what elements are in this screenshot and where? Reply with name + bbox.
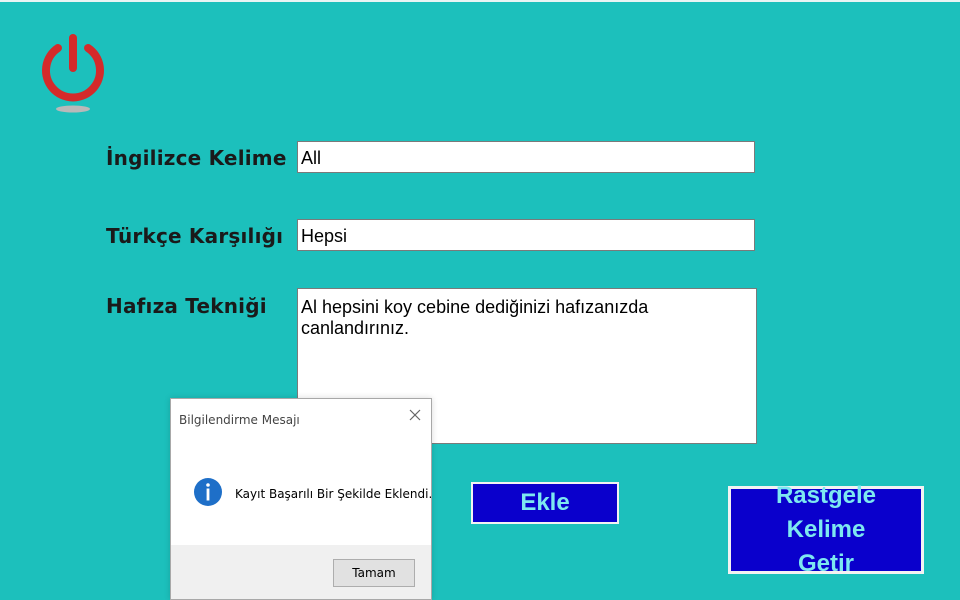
close-icon bbox=[409, 409, 421, 421]
dialog-footer: Tamam bbox=[171, 545, 431, 599]
random-word-button[interactable]: Rastgele Kelime Getir bbox=[728, 482, 924, 577]
top-border bbox=[0, 0, 960, 2]
random-word-label-line1: Rastgele Kelime bbox=[775, 482, 877, 543]
dialog-message: Kayıt Başarılı Bir Şekilde Eklendi. bbox=[235, 487, 432, 501]
dialog-title: Bilgilendirme Mesajı bbox=[179, 413, 300, 427]
random-word-label-line2: Getir bbox=[797, 550, 854, 577]
power-button[interactable] bbox=[38, 34, 108, 114]
english-word-label: İngilizce Kelime bbox=[106, 146, 287, 170]
info-dialog: Bilgilendirme Mesajı Kayıt Başarılı Bir … bbox=[170, 398, 432, 600]
info-icon bbox=[193, 477, 223, 507]
dialog-ok-button[interactable]: Tamam bbox=[333, 559, 415, 587]
memory-technique-label: Hafıza Tekniği bbox=[106, 294, 267, 318]
add-button[interactable]: Ekle bbox=[471, 482, 619, 524]
random-word-button-label: Rastgele Kelime Getir bbox=[737, 479, 915, 581]
english-word-input[interactable]: All bbox=[297, 141, 755, 173]
power-icon bbox=[42, 34, 104, 113]
turkish-meaning-input[interactable]: Hepsi bbox=[297, 219, 755, 251]
turkish-meaning-label: Türkçe Karşılığı bbox=[106, 224, 284, 248]
dialog-close-button[interactable] bbox=[407, 407, 423, 423]
